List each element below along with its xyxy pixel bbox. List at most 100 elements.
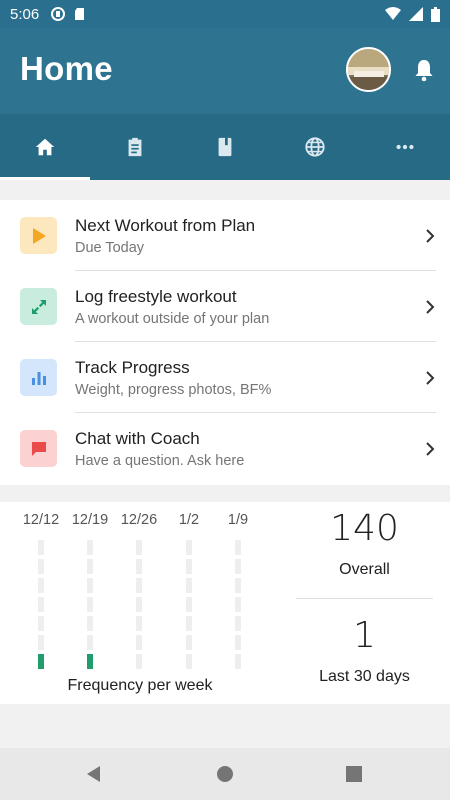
chevron-right-icon [426, 300, 435, 314]
bar-segment-empty [136, 616, 142, 631]
next-workout-item[interactable]: Next Workout from Plan Due Today [0, 200, 450, 271]
last30-label: Last 30 days [319, 668, 410, 685]
more-icon [396, 144, 414, 150]
last30-count: 1 [353, 615, 376, 656]
bar-segment-empty [235, 616, 241, 631]
overall-label: Overall [339, 561, 390, 578]
book-icon [218, 137, 232, 157]
bar-segment-empty [186, 616, 192, 631]
week-label: 12/19 [71, 512, 109, 528]
bar-segment-empty [38, 559, 44, 574]
bar-segment-empty [38, 616, 44, 631]
menu-item-title: Next Workout from Plan [75, 216, 256, 235]
frequency-label: Frequency per week [67, 677, 213, 694]
bar-segment-empty [136, 578, 142, 593]
bar-segment-empty [136, 635, 142, 650]
menu-item-title: Chat with Coach [75, 429, 200, 448]
frequency-bar [186, 535, 192, 669]
bar-segment-empty [186, 540, 192, 555]
stats-divider [296, 598, 433, 599]
frequency-bar [87, 535, 93, 669]
track-progress-icon-box [20, 359, 57, 396]
bar-segment-empty [186, 578, 192, 593]
bar-chart-icon [31, 371, 46, 385]
frequency-bar [235, 535, 241, 669]
chevron-right-icon [426, 371, 435, 385]
app-notification-icon [51, 7, 66, 21]
bar-segment-empty [186, 559, 192, 574]
track-progress-item[interactable]: Track Progress Weight, progress photos, … [0, 342, 450, 413]
signal-icon [409, 7, 423, 21]
tab-plan[interactable] [90, 114, 180, 180]
bar-segment-empty [136, 654, 142, 669]
back-icon[interactable] [84, 764, 104, 784]
bar-segment-empty [38, 635, 44, 650]
menu-item-subtitle: Weight, progress photos, BF% [75, 382, 272, 398]
menu-item-title: Track Progress [75, 358, 190, 377]
menu-item-subtitle: Due Today [75, 240, 145, 256]
avatar-photo [348, 49, 389, 90]
tab-home[interactable] [0, 114, 90, 180]
bar-segment-empty [186, 654, 192, 669]
expand-arrows-icon [31, 299, 46, 314]
next-workout-icon-box [20, 217, 57, 254]
bar-segment-empty [38, 540, 44, 555]
status-bar: 5:06 [0, 0, 450, 28]
menu-item-subtitle: A workout outside of your plan [75, 311, 270, 327]
bar-segment-empty [87, 559, 93, 574]
page-title: Home [20, 50, 113, 87]
play-icon [32, 227, 46, 244]
bar-segment-empty [87, 635, 93, 650]
bar-segment-empty [235, 540, 241, 555]
bar-segment-empty [235, 559, 241, 574]
tab-more[interactable] [360, 114, 450, 180]
week-label: 12/12 [22, 512, 60, 528]
action-list: Next Workout from Plan Due Today Log fre… [0, 200, 450, 485]
clipboard-icon [128, 137, 142, 157]
status-time: 5:06 [10, 5, 40, 23]
bar-segment-empty [186, 597, 192, 612]
recents-icon[interactable] [344, 764, 364, 784]
chat-coach-item[interactable]: Chat with Coach Have a question. Ask her… [0, 413, 450, 484]
wifi-icon [385, 7, 401, 20]
bar-segment-empty [87, 578, 93, 593]
bar-segment-empty [87, 616, 93, 631]
tab-library[interactable] [180, 114, 270, 180]
bar-segment-empty [186, 635, 192, 650]
bar-segment-empty [38, 597, 44, 612]
freestyle-icon-box [20, 288, 57, 325]
bar-segment-empty [235, 635, 241, 650]
bar-segment-empty [136, 559, 142, 574]
app-header: Home [0, 28, 450, 114]
bar-segment-filled [38, 654, 44, 669]
home-nav-icon[interactable] [215, 764, 235, 784]
stats-card: 12/12 12/19 12/26 1/2 1/9 Frequency per week… [0, 502, 450, 704]
tab-bar [0, 114, 450, 180]
battery-icon [431, 6, 440, 22]
bar-segment-empty [38, 578, 44, 593]
week-label: 1/9 [227, 512, 249, 528]
sd-card-icon [75, 8, 85, 20]
bar-segment-empty [235, 578, 241, 593]
bar-segment-empty [87, 597, 93, 612]
home-icon [35, 138, 55, 156]
chevron-right-icon [426, 229, 435, 243]
freestyle-workout-item[interactable]: Log freestyle workout A workout outside … [0, 271, 450, 342]
week-label: 1/2 [178, 512, 200, 528]
avatar[interactable] [346, 47, 391, 92]
system-nav-bar [0, 748, 450, 800]
overall-count: 140 [330, 508, 399, 549]
bell-icon[interactable] [413, 58, 435, 82]
chevron-right-icon [426, 442, 435, 456]
chat-icon [31, 441, 46, 456]
tab-community[interactable] [270, 114, 360, 180]
menu-item-subtitle: Have a question. Ask here [75, 453, 245, 469]
bar-segment-empty [235, 597, 241, 612]
chat-icon-box [20, 430, 57, 467]
frequency-bar [136, 535, 142, 669]
bar-segment-empty [136, 540, 142, 555]
bar-segment-empty [87, 540, 93, 555]
frequency-week-labels: 12/12 12/19 12/26 1/2 1/9 [0, 512, 290, 532]
menu-item-title: Log freestyle workout [75, 287, 237, 306]
bar-segment-empty [136, 597, 142, 612]
